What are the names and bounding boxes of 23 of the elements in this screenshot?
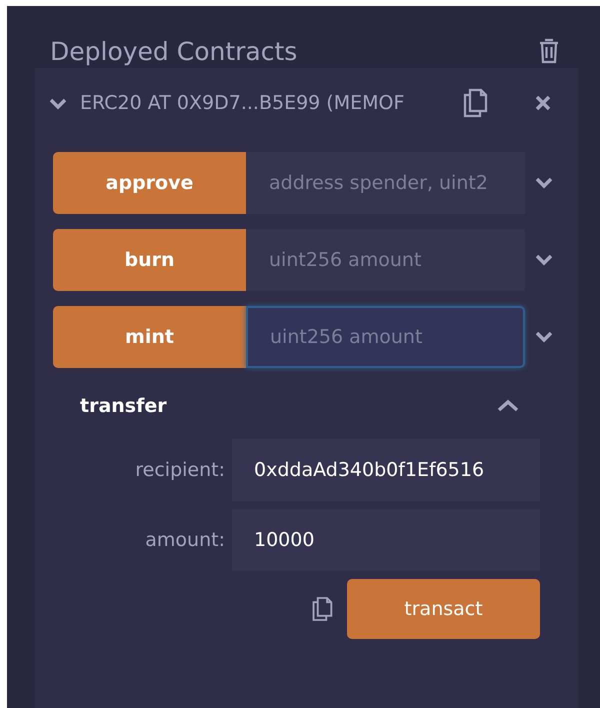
parameter-label: amount: [144, 529, 226, 551]
chevron-down-icon[interactable] [534, 330, 554, 344]
input-field[interactable]: uint256 amount [246, 229, 525, 291]
input-field[interactable]: uint256 amount [246, 306, 525, 368]
parameter-label: recipient: [134, 459, 226, 481]
function-name: transfer [80, 395, 167, 417]
transact-button[interactable]: transact [347, 579, 540, 639]
chevron-down-icon[interactable] [534, 176, 554, 190]
contract-title: ERC20 AT 0X9D7...B5E99 (MEMOF [80, 92, 406, 114]
chevron-down-icon[interactable] [534, 253, 554, 267]
chevron-icon[interactable] [48, 96, 68, 110]
trash-icon[interactable] [538, 38, 560, 64]
function-button[interactable]: mint [53, 306, 246, 368]
input-field[interactable]: 10000 [232, 509, 540, 571]
function-button[interactable]: burn [53, 229, 246, 291]
section-title: Deployed Contracts [50, 36, 298, 66]
input-field[interactable]: 0xddaAd340b0f1Ef6516 [232, 439, 540, 501]
copy-icon[interactable] [462, 88, 488, 118]
chevron-up-icon[interactable] [496, 399, 520, 413]
function-button[interactable]: approve [53, 152, 246, 214]
input-field[interactable]: address spender, uint2 [246, 152, 525, 214]
copy-icon[interactable] [311, 596, 333, 622]
close-icon[interactable] [534, 94, 552, 112]
